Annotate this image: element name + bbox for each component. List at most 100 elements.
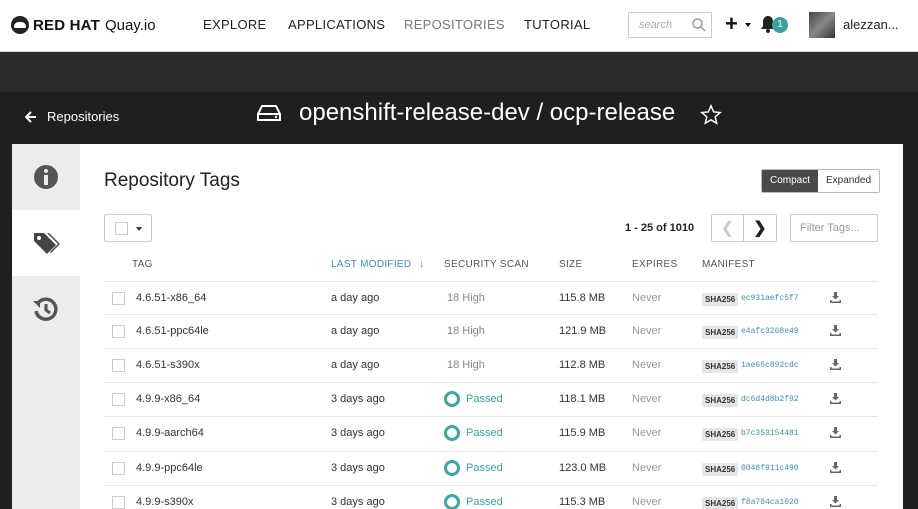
tag-expires[interactable]: Never xyxy=(632,292,661,304)
tag-expires[interactable]: Never xyxy=(632,359,661,371)
table-row: 4.9.9-s390x 3 days ago Passed 115.3 MB Never… xyxy=(104,485,878,509)
row-checkbox[interactable] xyxy=(112,292,125,305)
column-header-tag[interactable]: TAG xyxy=(132,259,153,270)
table-row: 4.9.9-ppc64le 3 days ago Passed 123.0 MB Nev… xyxy=(104,451,878,485)
pager: ❮ ❯ xyxy=(711,214,777,242)
last-modified: a day ago xyxy=(331,292,380,304)
plus-icon[interactable]: + xyxy=(725,13,738,35)
view-toggle: Compact Expanded xyxy=(761,169,881,193)
download-icon[interactable] xyxy=(830,325,841,336)
tag-expires[interactable]: Never xyxy=(632,325,661,337)
column-header-last-modified[interactable]: LAST MODIFIED xyxy=(331,259,411,270)
tag-size: 123.0 MB xyxy=(559,462,607,474)
last-modified: 3 days ago xyxy=(331,462,385,474)
compact-view-button[interactable]: Compact xyxy=(762,170,819,192)
manifest-digest[interactable]: 0048f911c490 xyxy=(741,464,799,473)
tag-expires[interactable]: Never xyxy=(632,462,661,474)
column-header-expires[interactable]: EXPIRES xyxy=(632,259,677,270)
search-box xyxy=(628,12,712,38)
row-checkbox[interactable] xyxy=(112,359,125,372)
user-menu[interactable]: alezzan... xyxy=(843,17,899,32)
manifest-digest[interactable]: dc6d4d8b2f92 xyxy=(741,395,799,404)
column-header-manifest[interactable]: MANIFEST xyxy=(702,259,755,270)
tag-name[interactable]: 4.9.9-s390x xyxy=(136,496,193,508)
tag-expires[interactable]: Never xyxy=(632,393,661,405)
notification-badge[interactable]: 1 xyxy=(772,17,788,33)
scan-label: Passed xyxy=(466,496,503,508)
security-scan-status[interactable]: Passed xyxy=(444,391,503,407)
manifest-algo-badge: SHA256 xyxy=(702,326,739,339)
tag-expires[interactable]: Never xyxy=(632,496,661,508)
row-checkbox[interactable] xyxy=(112,496,125,509)
tab-history[interactable] xyxy=(12,276,80,342)
tag-name[interactable]: 4.9.9-x86_64 xyxy=(136,393,200,405)
redhat-quay-logo[interactable]: RED HAT Quay.io xyxy=(11,13,156,37)
manifest-algo-badge: SHA256 xyxy=(702,497,739,509)
last-modified: 3 days ago xyxy=(331,496,385,508)
back-arrow-icon xyxy=(25,110,36,123)
pagination-count: 1 - 25 of 1010 xyxy=(625,222,695,234)
download-icon[interactable] xyxy=(830,292,841,303)
download-icon[interactable] xyxy=(830,359,841,370)
tag-name[interactable]: 4.6.51-s390x xyxy=(136,359,200,371)
manifest-algo-badge: SHA256 xyxy=(702,360,739,373)
select-all-dropdown[interactable] xyxy=(104,214,152,242)
manifest-digest[interactable]: e4afc3268e49 xyxy=(741,327,799,336)
tag-name[interactable]: 4.9.9-aarch64 xyxy=(136,427,204,439)
passed-icon xyxy=(444,494,460,509)
expanded-view-button[interactable]: Expanded xyxy=(818,170,880,192)
nav-applications[interactable]: APPLICATIONS xyxy=(288,17,385,32)
last-modified: a day ago xyxy=(331,359,380,371)
download-icon[interactable] xyxy=(830,393,841,404)
tag-expires[interactable]: Never xyxy=(632,427,661,439)
select-all-checkbox[interactable] xyxy=(115,222,128,235)
drive-icon xyxy=(257,105,281,121)
row-checkbox[interactable] xyxy=(112,462,125,475)
download-icon[interactable] xyxy=(830,496,841,507)
back-label: Repositories xyxy=(47,109,120,124)
tag-name[interactable]: 4.6.51-ppc64le xyxy=(136,325,209,337)
nav-explore[interactable]: EXPLORE xyxy=(203,17,267,32)
column-header-security-scan[interactable]: SECURITY SCAN xyxy=(444,259,529,270)
security-scan-status[interactable]: 18 High xyxy=(447,359,485,371)
search-input[interactable] xyxy=(629,13,689,37)
security-scan-status[interactable]: 18 High xyxy=(447,292,485,304)
back-to-repositories[interactable]: Repositories xyxy=(25,109,119,124)
page-title: openshift-release-dev / ocp-release xyxy=(257,99,675,127)
tab-information[interactable] xyxy=(12,144,80,210)
nav-repositories[interactable]: REPOSITORIES xyxy=(404,17,505,32)
security-scan-status[interactable]: Passed xyxy=(444,494,503,509)
table-row: 4.6.51-x86_64 a day ago 18 High 115.8 MB Nev… xyxy=(104,281,878,315)
tag-name[interactable]: 4.6.51-x86_64 xyxy=(136,292,206,304)
search-icon[interactable] xyxy=(691,17,707,33)
download-icon[interactable] xyxy=(830,462,841,473)
security-scan-status[interactable]: 18 High xyxy=(447,325,485,337)
row-checkbox[interactable] xyxy=(112,427,125,440)
next-page-button[interactable]: ❯ xyxy=(744,214,777,242)
row-checkbox[interactable] xyxy=(112,325,125,338)
column-header-size[interactable]: SIZE xyxy=(559,259,582,270)
download-icon[interactable] xyxy=(830,427,841,438)
filter-tags-input[interactable] xyxy=(791,215,875,241)
tab-tags[interactable] xyxy=(12,210,80,276)
prev-page-button[interactable]: ❮ xyxy=(711,214,744,242)
info-icon xyxy=(34,165,58,189)
nav-tutorial[interactable]: TUTORIAL xyxy=(524,17,590,32)
manifest-digest[interactable]: 1ae65c892cdc xyxy=(741,361,799,370)
row-checkbox[interactable] xyxy=(112,393,125,406)
manifest-digest[interactable]: b7c353154481 xyxy=(741,429,799,438)
manifest-algo-badge: SHA256 xyxy=(702,394,739,407)
tag-name[interactable]: 4.9.9-ppc64le xyxy=(136,462,203,474)
tags-icon xyxy=(34,233,60,254)
star-icon[interactable] xyxy=(700,104,722,126)
manifest-digest[interactable]: f8a784ca1020 xyxy=(741,498,799,507)
tag-size: 115.9 MB xyxy=(559,427,606,439)
security-scan-status[interactable]: Passed xyxy=(444,425,503,441)
product-name: Quay.io xyxy=(104,16,156,34)
last-modified: 3 days ago xyxy=(331,427,385,439)
manifest-digest[interactable]: ec931aefc5f7 xyxy=(741,294,799,303)
security-scan-status[interactable]: Passed xyxy=(444,460,503,476)
chevron-down-icon[interactable] xyxy=(745,23,751,27)
avatar[interactable] xyxy=(809,12,835,38)
scan-label: Passed xyxy=(466,462,503,474)
